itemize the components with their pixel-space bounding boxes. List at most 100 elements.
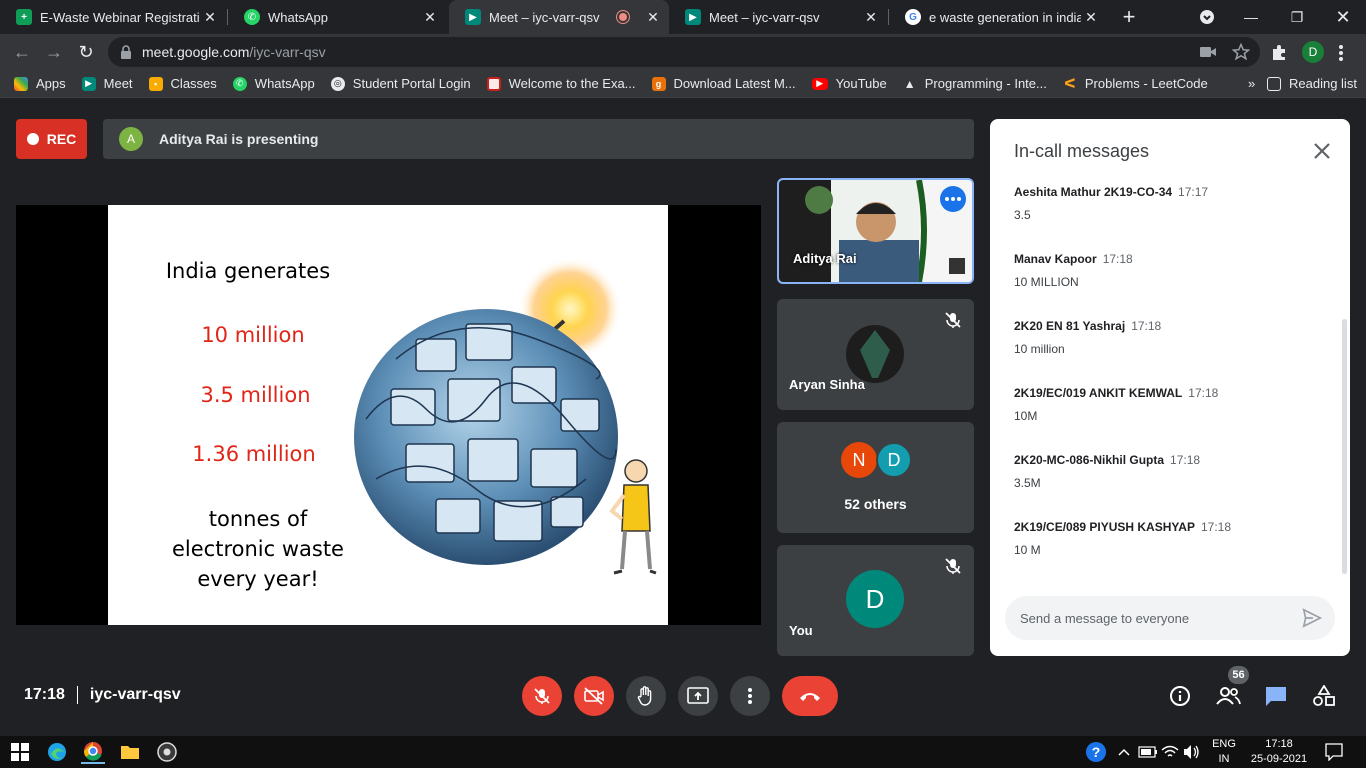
reading-list-button[interactable]: Reading list	[1267, 76, 1357, 91]
chrome-taskbar-icon[interactable]	[81, 740, 105, 764]
bookmark-whatsapp[interactable]: ✆ WhatsApp	[232, 76, 315, 91]
mic-toggle-button[interactable]	[522, 676, 562, 716]
chevron-down-icon	[1200, 10, 1214, 24]
address-bar[interactable]: meet.google.com/iyc-varr-qsv	[108, 37, 1260, 67]
window-close-button[interactable]: ✕	[1320, 0, 1366, 34]
clock-time: 17:18	[1265, 738, 1293, 750]
bookmarks-bar: Apps ▶ Meet ▪ Classes ✆ WhatsApp ◎ Student P…	[0, 70, 1366, 98]
bookmark-classes[interactable]: ▪ Classes	[148, 76, 217, 91]
bookmark-exam[interactable]: Welcome to the Exa...	[486, 76, 636, 91]
participant-tile-self[interactable]: D You	[777, 545, 974, 656]
message-sender: Manav Kapoor	[1014, 252, 1097, 266]
star-icon[interactable]	[1232, 43, 1250, 61]
mic-off-icon	[945, 558, 961, 574]
youtube-icon: ▶	[811, 77, 828, 90]
clock[interactable]: 17:18 25-09-2021	[1244, 737, 1314, 767]
battery-tray-icon[interactable]	[1136, 740, 1160, 764]
forward-button[interactable]: →	[40, 39, 68, 65]
wifi-tray-icon[interactable]	[1158, 740, 1182, 764]
close-icon[interactable]	[1310, 139, 1334, 163]
slide-footer-line: every year!	[197, 567, 319, 591]
tab-ewaste-registration[interactable]: + E-Waste Webinar Registration ✕	[0, 0, 226, 34]
close-icon[interactable]: ✕	[643, 9, 663, 26]
speaker-icon	[1184, 745, 1199, 759]
chat-button[interactable]	[1261, 681, 1291, 711]
file-explorer-taskbar-icon[interactable]	[118, 740, 142, 764]
raise-hand-button[interactable]	[626, 676, 666, 716]
message-text: 10M	[1014, 409, 1038, 423]
language-indicator[interactable]: ENG IN	[1206, 737, 1242, 767]
more-options-button[interactable]	[730, 676, 770, 716]
bookmark-youtube[interactable]: ▶ YouTube	[811, 76, 887, 91]
close-icon[interactable]: ✕	[200, 9, 220, 26]
more-vert-icon[interactable]	[1338, 44, 1344, 62]
volume-tray-icon[interactable]	[1180, 740, 1204, 764]
leave-call-button[interactable]	[782, 676, 838, 716]
more-bookmarks-button[interactable]: »	[1248, 76, 1255, 91]
start-button[interactable]	[8, 740, 32, 764]
present-now-button[interactable]	[678, 676, 718, 716]
participant-tile-aryan[interactable]: Aryan Sinha	[777, 299, 974, 410]
bookmark-apps[interactable]: Apps	[14, 76, 66, 91]
participant-avatar: N	[841, 442, 877, 478]
people-icon	[1216, 687, 1241, 705]
participant-tile-presenter[interactable]: Aditya Rai	[777, 178, 974, 284]
camera-toggle-button[interactable]	[574, 676, 614, 716]
back-button[interactable]: ←	[8, 39, 36, 65]
notifications-button[interactable]	[1322, 740, 1346, 764]
slide-heading: India generates	[165, 259, 331, 283]
bookmark-programming[interactable]: ▲ Programming - Inte...	[903, 76, 1047, 91]
panel-title: In-call messages	[1014, 141, 1150, 161]
people-button[interactable]	[1213, 681, 1243, 711]
activities-button[interactable]	[1309, 681, 1339, 711]
meeting-details-button[interactable]	[1165, 681, 1195, 711]
profile-avatar[interactable]: D	[1302, 41, 1324, 63]
recording-badge[interactable]: REC	[16, 119, 87, 159]
edge-taskbar-icon[interactable]	[45, 740, 69, 764]
tray-overflow-button[interactable]	[1112, 740, 1136, 764]
chat-input[interactable]: Send a message to everyone	[1005, 596, 1335, 640]
clock-date: 25-09-2021	[1250, 753, 1308, 765]
meet-icon: ▶	[685, 9, 701, 25]
tab-whatsapp[interactable]: ✆ WhatsApp ✕	[228, 0, 446, 34]
slide-footer-line: electronic waste	[172, 537, 344, 561]
reload-button[interactable]: ↻	[72, 39, 100, 65]
new-tab-button[interactable]: +	[1106, 0, 1152, 34]
presenting-banner: A Aditya Rai is presenting	[103, 119, 974, 159]
restore-button[interactable]: ❐	[1274, 0, 1320, 34]
close-icon[interactable]: ✕	[420, 9, 440, 26]
minimize-button[interactable]: —	[1228, 0, 1274, 34]
bookmark-student-portal[interactable]: ◎ Student Portal Login	[330, 76, 471, 91]
more-options-button[interactable]	[940, 186, 966, 212]
recording-indicator-icon	[617, 11, 629, 23]
slide-footer-line: tonnes of	[208, 507, 308, 531]
message-time: 17:18	[1102, 252, 1133, 266]
tab-google-search[interactable]: G e waste generation in india 2( ✕	[889, 0, 1107, 34]
language-code: ENG	[1212, 738, 1236, 750]
bookmark-label: Download Latest M...	[673, 76, 796, 91]
camera-icon[interactable]	[1200, 45, 1216, 59]
meeting-code[interactable]: iyc-varr-qsv	[90, 686, 181, 704]
chat-scrollbar[interactable]	[1342, 319, 1347, 574]
tab-search-button[interactable]	[1184, 0, 1230, 34]
close-icon[interactable]: ✕	[1081, 9, 1101, 26]
presenter-avatar: A	[119, 127, 143, 151]
bookmark-leetcode[interactable]: ᐸ Problems - LeetCode	[1063, 76, 1208, 92]
extensions-icon[interactable]	[1270, 44, 1288, 62]
close-icon[interactable]: ✕	[861, 9, 881, 26]
chrome-icon	[83, 742, 102, 761]
help-tray-icon[interactable]: ?	[1084, 740, 1108, 764]
bookmark-meet[interactable]: ▶ Meet	[81, 76, 133, 91]
message-time: 17:17	[1178, 185, 1209, 199]
chat-message: 2K20 EN 81 Yashraj 17:18 10 million	[1014, 319, 1324, 356]
record-app-icon	[157, 742, 177, 762]
send-icon[interactable]	[1301, 607, 1323, 629]
participant-tile-others[interactable]: N D 52 others	[777, 422, 974, 533]
exam-icon	[486, 76, 501, 91]
participant-name: You	[789, 623, 813, 638]
obs-taskbar-icon[interactable]	[155, 740, 179, 764]
tab-meet-active[interactable]: ▶ Meet – iyc-varr-qsv ✕	[449, 0, 669, 34]
bookmark-download[interactable]: g Download Latest M...	[651, 76, 796, 91]
cartoon-man	[609, 459, 657, 575]
tab-meet[interactable]: ▶ Meet – iyc-varr-qsv ✕	[669, 0, 887, 34]
